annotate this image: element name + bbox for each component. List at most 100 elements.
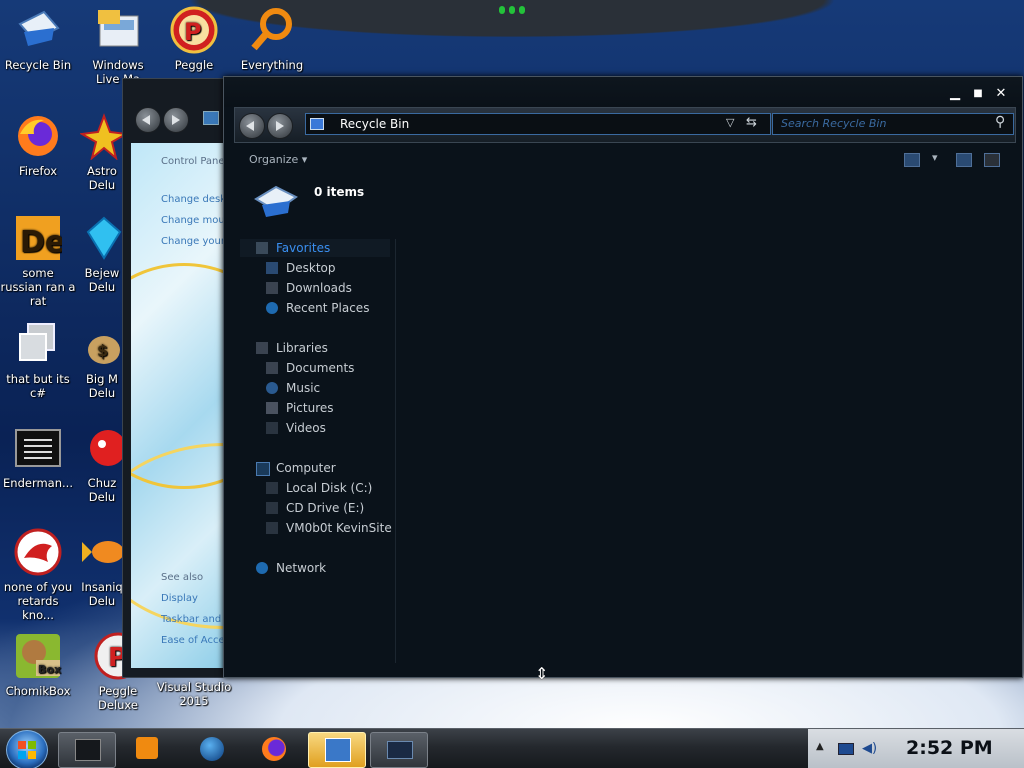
search-icon[interactable]: ⚲ xyxy=(995,114,1005,130)
address-text: Recycle Bin xyxy=(340,117,410,131)
desktop-icon-bejeweled[interactable]: Bejew Delu xyxy=(80,214,124,294)
pictures-icon xyxy=(266,402,278,414)
close-button[interactable]: ✕ xyxy=(992,87,1010,101)
network-tray-icon[interactable] xyxy=(838,743,854,755)
ease-of-access-link[interactable]: Ease of Acce xyxy=(161,635,225,646)
nav-music[interactable]: Music xyxy=(240,379,390,397)
volume-icon[interactable]: ◀) xyxy=(862,741,877,756)
search-placeholder: Search Recycle Bin xyxy=(781,117,887,130)
taskbar-globe[interactable] xyxy=(184,732,240,766)
desktop-icon-that-but-its-c[interactable]: that but its c# xyxy=(0,320,76,400)
nav-pictures[interactable]: Pictures xyxy=(240,399,390,417)
taskbar-media-player[interactable] xyxy=(120,732,176,766)
control-panel-window[interactable]: Control Pane Change deskt Change mou Cha… xyxy=(122,78,234,678)
red-ball-icon xyxy=(80,424,124,472)
nav-libraries[interactable]: Libraries xyxy=(240,339,390,357)
back-button[interactable] xyxy=(239,113,265,139)
desktop-icon-insaniquarium[interactable]: Insaniq Delu xyxy=(80,528,124,608)
maximize-button[interactable]: ■ xyxy=(969,87,987,101)
nav-favorites[interactable]: Favorites xyxy=(240,239,390,257)
desktop-icon-peggle[interactable]: P Peggle xyxy=(156,6,232,72)
title-bar[interactable]: ▁ ■ ✕ xyxy=(224,77,1022,107)
firefox-icon xyxy=(262,737,286,761)
fish-icon xyxy=(80,528,124,576)
media-player-icon xyxy=(136,737,158,759)
hard-disk-icon xyxy=(266,482,278,494)
desktop-icon-big-money[interactable]: $ Big M Delu xyxy=(80,320,124,400)
address-bar[interactable]: Recycle Bin ▽ ⇆ xyxy=(305,113,771,135)
system-tray: ▲ ◀) 2:52 PM xyxy=(808,729,1024,768)
chevron-down-icon: ▾ xyxy=(301,153,308,166)
de-app-icon: De xyxy=(14,214,65,262)
bg-forward-button[interactable] xyxy=(163,107,189,133)
display-link[interactable]: Display xyxy=(161,593,198,604)
windows-logo-icon xyxy=(18,741,36,759)
taskbar-link[interactable]: Taskbar and xyxy=(161,614,221,625)
bg-back-button[interactable] xyxy=(135,107,161,133)
taskbar: ▲ ◀) 2:52 PM xyxy=(0,728,1024,768)
red-dragon-icon xyxy=(14,528,62,576)
money-bag-icon: $ xyxy=(80,320,124,368)
refresh-icon[interactable]: ⇆ xyxy=(746,115,757,130)
desktop-icon-de-app[interactable]: De some russian ran a rat xyxy=(0,214,76,308)
nav-documents[interactable]: Documents xyxy=(240,359,390,377)
clock[interactable]: 2:52 PM xyxy=(906,737,993,759)
desktop-icon-recycle-bin[interactable]: Recycle Bin xyxy=(0,6,76,72)
change-desktop-link[interactable]: Change deskt xyxy=(161,194,230,205)
navigation-toolbar: Recycle Bin ▽ ⇆ Search Recycle Bin ⚲ xyxy=(234,107,1016,143)
desktop-icon-everything[interactable]: Everything xyxy=(234,6,310,72)
organize-button[interactable]: Organize ▾ xyxy=(249,153,307,166)
taskbar-explorer-window[interactable] xyxy=(370,732,428,768)
recent-places-icon xyxy=(266,302,278,314)
nav-cd-drive[interactable]: CD Drive (E:) xyxy=(240,499,390,517)
desktop-icon-dragon[interactable]: none of you retards kno... xyxy=(0,528,76,622)
view-options-chevron-icon[interactable]: ▾ xyxy=(932,151,938,164)
change-view-icon[interactable] xyxy=(904,153,920,167)
svg-text:De: De xyxy=(20,225,62,260)
search-input[interactable]: Search Recycle Bin ⚲ xyxy=(772,113,1014,135)
videos-icon xyxy=(266,422,278,434)
taskbar-visual-studio[interactable] xyxy=(308,732,366,768)
svg-text:Box: Box xyxy=(38,663,61,676)
svg-text:P: P xyxy=(184,18,202,46)
change-mouse-link[interactable]: Change mou xyxy=(161,215,225,226)
start-button[interactable] xyxy=(6,730,48,768)
desktop-icon-chomikbox[interactable]: Box ChomikBox xyxy=(0,632,76,698)
nav-network-drive[interactable]: VM0b0t KevinSite xyxy=(240,519,392,537)
explorer-window-icon xyxy=(387,741,413,759)
desktop-icon xyxy=(266,262,278,274)
control-panel-sidebar: Control Pane Change deskt Change mou Cha… xyxy=(131,143,231,668)
desktop-icon-visual-studio[interactable]: Visual Studio 2015 xyxy=(156,680,232,708)
peggle-icon: P xyxy=(170,6,218,54)
desktop-icon-astro[interactable]: Astro Delu xyxy=(80,112,124,192)
control-panel-home-link[interactable]: Control Pane xyxy=(161,156,225,167)
terminal-icon xyxy=(14,424,62,472)
change-your-link[interactable]: Change your xyxy=(161,236,225,247)
forward-button[interactable] xyxy=(267,113,293,139)
gem-icon xyxy=(80,214,124,262)
preview-pane-icon[interactable] xyxy=(956,153,972,167)
taskbar-firefox[interactable] xyxy=(246,732,302,766)
address-dropdown-icon[interactable]: ▽ xyxy=(726,116,734,129)
show-hidden-icons-chevron-icon[interactable]: ▲ xyxy=(816,741,824,752)
nav-recent-places[interactable]: Recent Places xyxy=(240,299,390,317)
minimize-button[interactable]: ▁ xyxy=(946,87,964,101)
nav-computer[interactable]: Computer xyxy=(240,459,390,477)
nav-network[interactable]: Network xyxy=(240,559,390,577)
documents-icon xyxy=(266,362,278,374)
recycle-bin-window[interactable]: ▁ ■ ✕ Recycle Bin ▽ ⇆ Search Recycle Bin… xyxy=(223,76,1023,678)
nav-desktop[interactable]: Desktop xyxy=(240,259,390,277)
windows-copy-icon xyxy=(14,320,62,368)
taskbar-explorer[interactable] xyxy=(58,732,116,768)
desktop-icon-enderman[interactable]: Enderman... xyxy=(0,424,76,490)
firefox-icon xyxy=(14,112,62,160)
nav-downloads[interactable]: Downloads xyxy=(240,279,390,297)
nav-local-disk[interactable]: Local Disk (C:) xyxy=(240,479,390,497)
desktop-icon-firefox[interactable]: Firefox xyxy=(0,112,76,178)
desktop-icon-windows-live-mail[interactable]: Windows Live Ma xyxy=(80,6,156,86)
svg-text:$: $ xyxy=(97,341,108,360)
desktop-icon-chuzzle[interactable]: Chuz Delu xyxy=(80,424,124,504)
help-icon[interactable] xyxy=(984,153,1000,167)
command-bar: Organize ▾ ▾ xyxy=(224,145,1022,175)
nav-videos[interactable]: Videos xyxy=(240,419,390,437)
